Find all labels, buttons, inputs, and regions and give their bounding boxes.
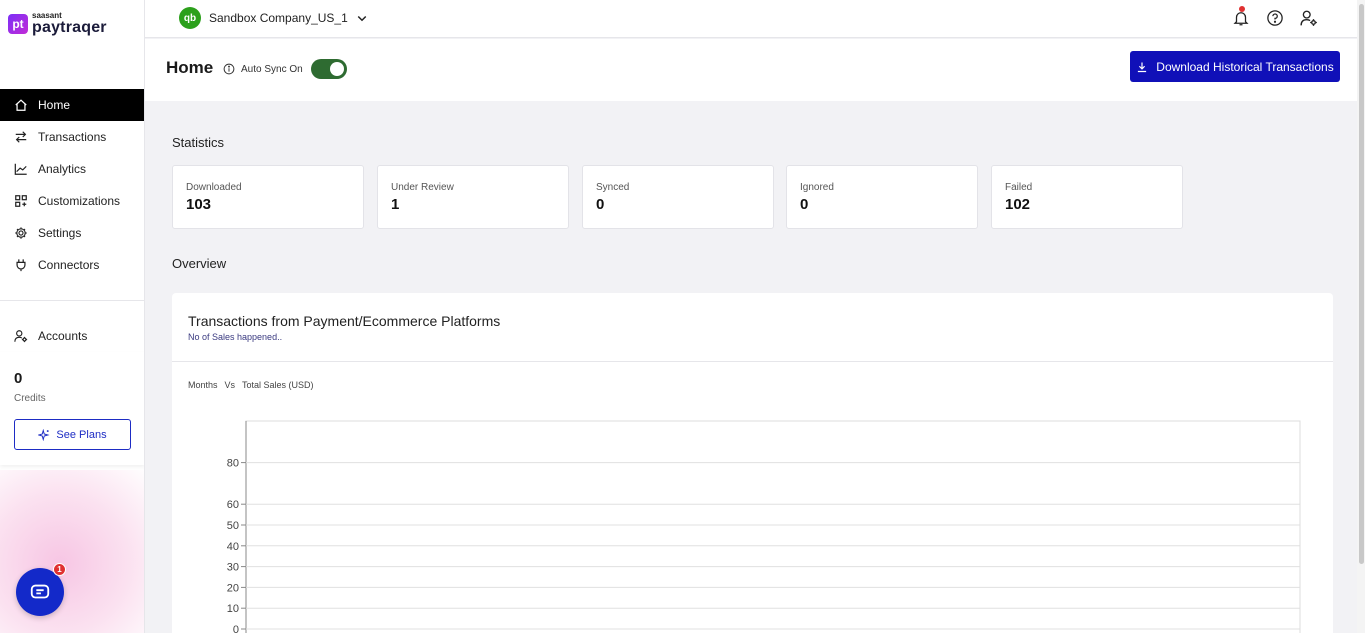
notification-dot xyxy=(1239,6,1245,12)
chat-icon xyxy=(30,584,50,599)
stat-label: Downloaded xyxy=(186,182,242,193)
sidebar-item-transactions[interactable]: Transactions xyxy=(0,121,144,153)
swap-icon xyxy=(15,131,27,143)
credits-label: Credits xyxy=(14,393,46,404)
x-axis-label: Months xyxy=(188,380,218,390)
scrollbar-thumb[interactable] xyxy=(1359,4,1364,564)
info-icon[interactable] xyxy=(223,63,235,75)
stat-card-synced[interactable]: Synced 0 xyxy=(582,165,774,229)
grid-icon xyxy=(15,195,27,207)
chart-y-tick-label: 30 xyxy=(227,562,239,574)
sidebar-item-label: Accounts xyxy=(38,329,88,343)
stat-card-ignored[interactable]: Ignored 0 xyxy=(786,165,978,229)
chart-title: Transactions from Payment/Ecommerce Plat… xyxy=(188,313,501,329)
vs-label: Vs xyxy=(224,380,236,390)
sidebar-item-home[interactable]: Home xyxy=(0,89,144,121)
page-scrollbar[interactable] xyxy=(1357,0,1365,633)
chart-axes-legend: Months Vs Total Sales (USD) xyxy=(188,380,314,390)
chart-subtitle: No of Sales happened.. xyxy=(188,332,283,342)
page-header: Home Auto Sync On Download Historical Tr… xyxy=(145,39,1357,101)
sales-chart: 0 10 20 30 40 50 60 80 xyxy=(227,420,1301,633)
top-bar: qb Sandbox Company_US_1 xyxy=(145,0,1357,38)
auto-sync-label: Auto Sync On xyxy=(241,63,303,75)
sidebar-nav: Home Transactions Analytics Customizatio… xyxy=(0,89,144,281)
logo-brand-name: paytraqer xyxy=(32,19,107,36)
stat-value: 1 xyxy=(391,196,400,213)
stat-label: Ignored xyxy=(800,182,834,193)
chart-y-tick-label: 20 xyxy=(227,582,239,594)
download-historical-transactions-button[interactable]: Download Historical Transactions xyxy=(1130,51,1340,82)
help-icon xyxy=(1267,10,1283,26)
help-button[interactable] xyxy=(1265,8,1285,28)
chart-y-tick-label: 10 xyxy=(227,603,239,615)
see-plans-label: See Plans xyxy=(56,428,107,441)
sparkle-icon xyxy=(38,428,51,441)
user-settings-button[interactable] xyxy=(1299,8,1319,28)
sidebar-item-connectors[interactable]: Connectors xyxy=(0,249,144,281)
user-settings-icon xyxy=(14,330,28,343)
auto-sync: Auto Sync On xyxy=(223,59,347,79)
chart-y-tick-label: 60 xyxy=(227,499,239,511)
chart-y-tick-label: 50 xyxy=(227,520,239,532)
chat-notification-badge: 1 xyxy=(53,563,66,576)
paytraqer-logo[interactable]: pt saasant paytraqer xyxy=(8,12,107,36)
overview-title: Overview xyxy=(172,256,227,271)
stat-label: Synced xyxy=(596,182,630,193)
stat-value: 103 xyxy=(186,196,212,213)
chevron-down-icon xyxy=(357,15,367,22)
sidebar-divider xyxy=(0,300,144,301)
notifications-button[interactable] xyxy=(1231,6,1251,28)
download-button-label: Download Historical Transactions xyxy=(1156,59,1334,74)
chart-line-icon xyxy=(14,163,27,175)
chart-plot-frame xyxy=(245,420,1301,633)
sidebar-item-label: Transactions xyxy=(38,130,107,144)
sidebar-item-analytics[interactable]: Analytics xyxy=(0,153,144,185)
see-plans-button[interactable]: See Plans xyxy=(14,419,131,450)
sidebar-item-label: Connectors xyxy=(38,258,100,272)
sidebar: pt saasant paytraqer Home Transactions A… xyxy=(0,0,145,633)
sidebar-item-settings[interactable]: Settings xyxy=(0,217,144,249)
sidebar-item-label: Settings xyxy=(38,226,82,240)
stat-value: 0 xyxy=(800,196,809,213)
stat-label: Failed xyxy=(1005,182,1033,193)
user-settings-icon xyxy=(1300,10,1317,26)
chart-y-tick-label: 40 xyxy=(227,541,239,553)
page-title: Home xyxy=(166,58,214,77)
sidebar-item-accounts[interactable]: Accounts xyxy=(0,320,144,352)
credits-card: 0 Credits See Plans xyxy=(0,352,144,465)
quickbooks-logo-icon: qb xyxy=(179,7,201,29)
sidebar-item-label: Analytics xyxy=(38,162,87,176)
logo-mark-icon: pt xyxy=(8,14,28,34)
stat-label: Under Review xyxy=(391,182,454,193)
sidebar-item-label: Customizations xyxy=(38,194,121,208)
company-selector[interactable]: qb Sandbox Company_US_1 xyxy=(179,7,368,29)
credits-value: 0 xyxy=(14,370,23,387)
stat-value: 0 xyxy=(596,196,605,213)
auto-sync-toggle[interactable] xyxy=(310,59,347,79)
chart-y-tick-label: 80 xyxy=(227,458,239,470)
y-axis-label: Total Sales (USD) xyxy=(242,380,314,390)
stat-card-under-review[interactable]: Under Review 1 xyxy=(377,165,569,229)
overview-chart-card: Transactions from Payment/Ecommerce Plat… xyxy=(172,293,1333,633)
download-icon xyxy=(1138,62,1147,72)
stat-card-downloaded[interactable]: Downloaded 103 xyxy=(172,165,364,229)
company-name: Sandbox Company_US_1 xyxy=(209,11,348,25)
sidebar-item-label: Home xyxy=(38,98,71,112)
chart-divider xyxy=(172,361,1333,362)
chart-y-tick-label: 0 xyxy=(233,624,239,633)
statistics-title: Statistics xyxy=(172,135,225,150)
plug-icon xyxy=(16,259,26,272)
stat-value: 102 xyxy=(1005,196,1031,213)
sidebar-item-customizations[interactable]: Customizations xyxy=(0,185,144,217)
gear-icon xyxy=(15,227,27,239)
stat-card-failed[interactable]: Failed 102 xyxy=(991,165,1183,229)
home-icon xyxy=(15,99,27,111)
